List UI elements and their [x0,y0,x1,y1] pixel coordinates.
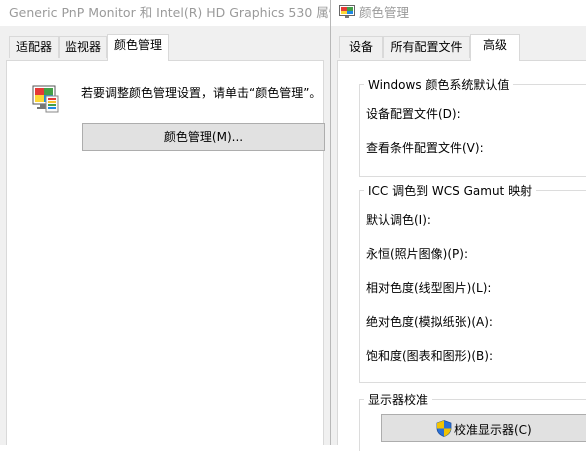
window-title: Generic PnP Monitor 和 Intel(R) HD Graphi… [0,0,330,26]
saturation-label: 饱和度(图表和图形)(B): [366,349,494,363]
uac-shield-icon [436,420,452,437]
tab-color-management[interactable]: 颜色管理 [107,34,169,61]
instruction-text: 若要调整颜色管理设置，请单击“颜色管理”。 [81,86,322,100]
display-calibration-legend: 显示器校准 [368,393,429,407]
perceptual-label: 永恒(照片图像)(P): [366,247,469,261]
icc-wcs-mapping-legend: ICC 调色到 WCS Gamut 映射 [368,184,533,198]
color-management-title-icon [339,5,355,19]
default-rendering-label: 默认调色(I): [366,213,431,227]
windows-defaults-legend: Windows 颜色系统默认值 [368,78,510,92]
tab-devices[interactable]: 设备 [339,36,383,58]
calibrate-display-label: 校准显示器(C) [454,423,532,437]
device-profile-label: 设备配置文件(D): [366,107,461,121]
tab-strip: 适配器 监视器 颜色管理 [0,26,330,61]
tab-monitor[interactable]: 监视器 [59,36,107,58]
color-management-button[interactable]: 颜色管理(M)... [82,123,325,151]
tab-advanced[interactable]: 高级 [470,34,520,61]
absolute-colorimetric-label: 绝对色度(模拟纸张)(A): [366,315,493,329]
relative-colorimetric-label: 相对色度(线型图片)(L): [366,281,492,295]
window-title: 颜色管理 [331,0,586,26]
tab-strip: 设备 所有配置文件 高级 [331,26,586,61]
monitor-color-icon [30,82,62,116]
viewing-conditions-label: 查看条件配置文件(V): [366,141,484,155]
tab-panel [6,60,324,445]
tab-all-profiles[interactable]: 所有配置文件 [383,36,470,58]
calibrate-display-button[interactable]: 校准显示器(C) [381,414,586,442]
windows-defaults-group: Windows 颜色系统默认值 [359,76,586,177]
tab-adapter[interactable]: 适配器 [9,36,59,58]
display-properties-window: Generic PnP Monitor 和 Intel(R) HD Graphi… [0,0,330,445]
